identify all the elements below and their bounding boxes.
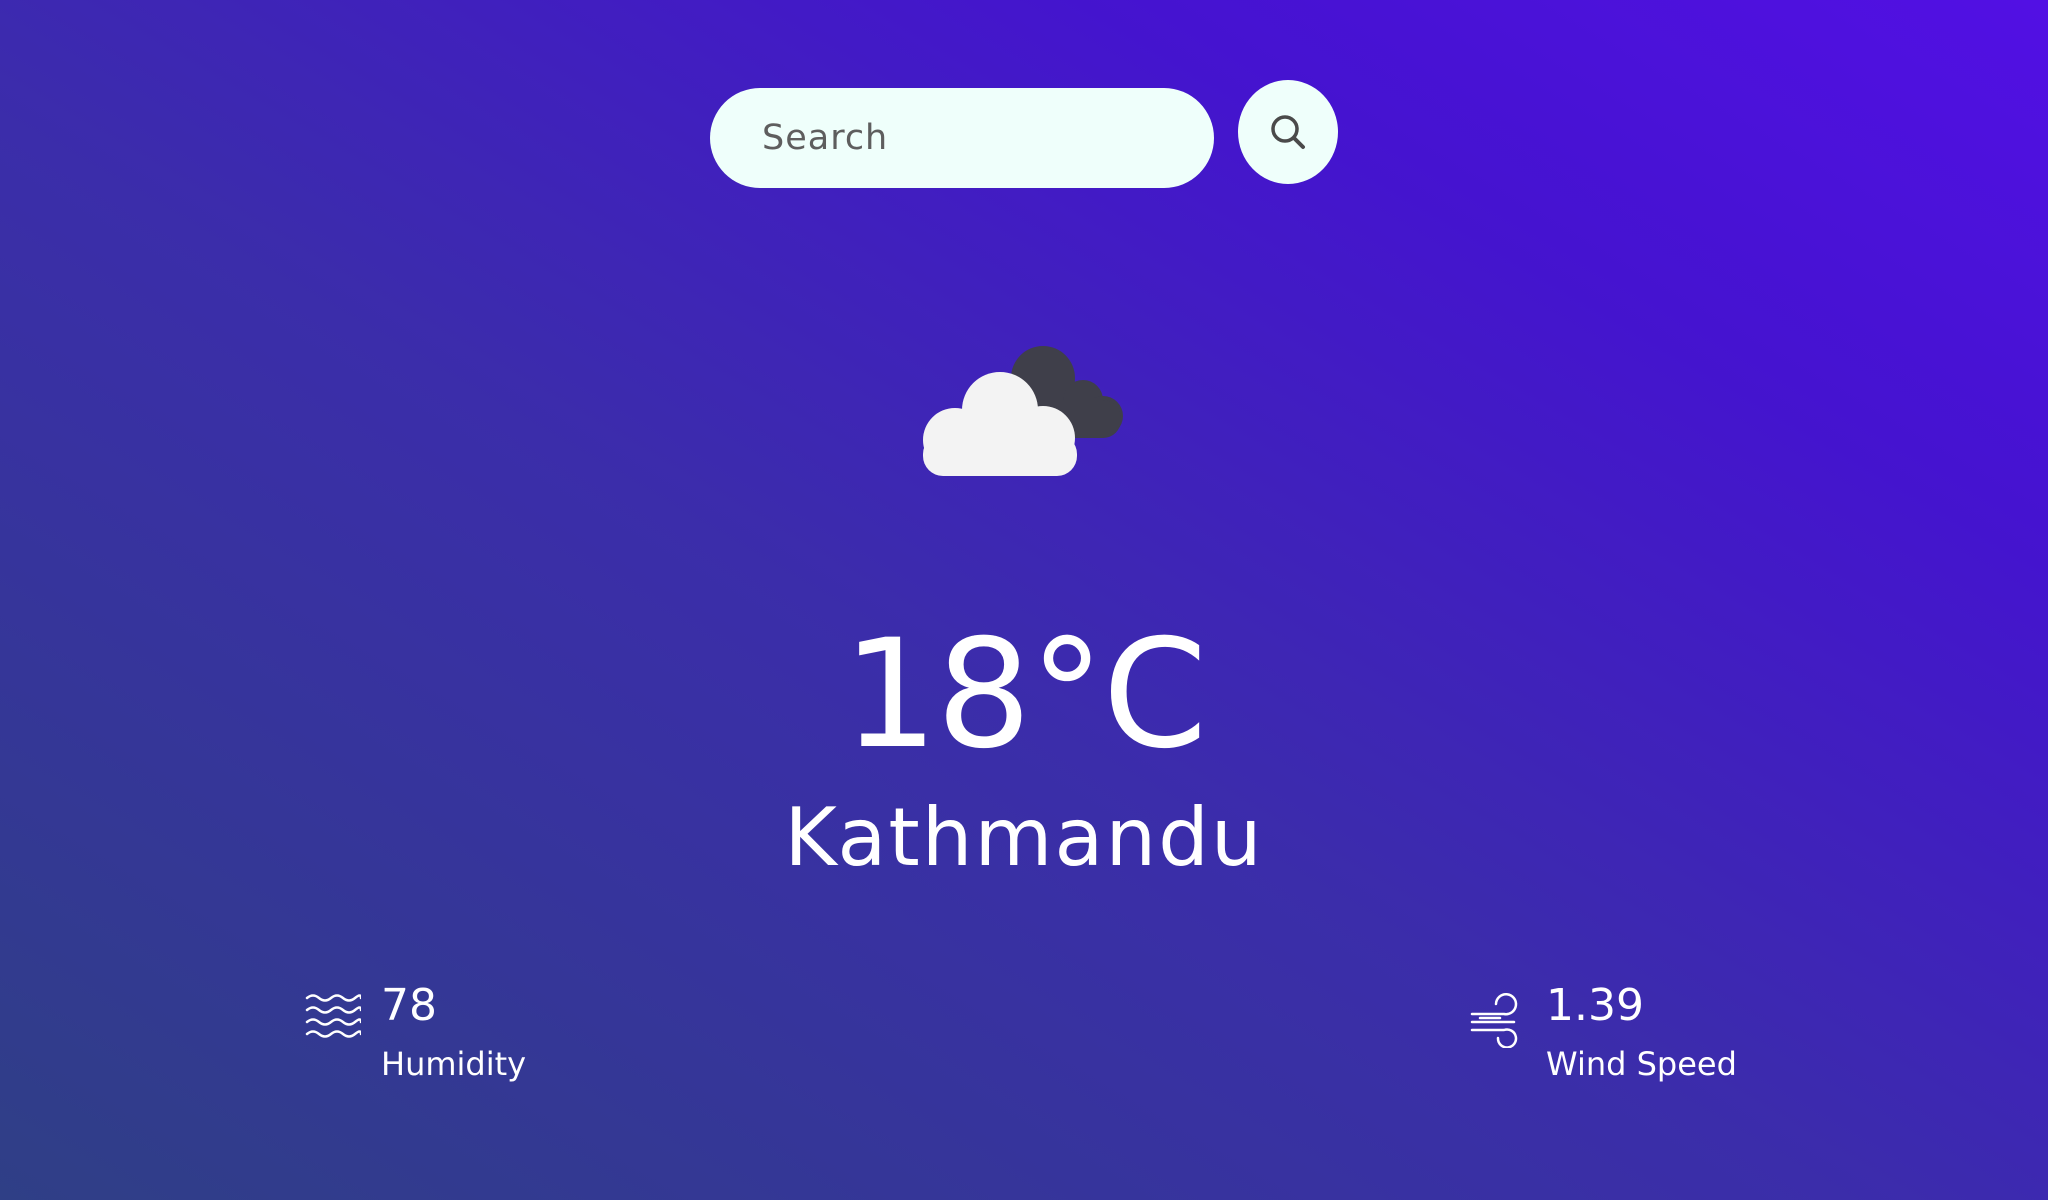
search-bar xyxy=(710,88,1214,188)
humidity-detail: 78 Humidity xyxy=(305,980,526,1086)
wind-icon xyxy=(1470,992,1518,1048)
humidity-text: 78 Humidity xyxy=(381,980,526,1086)
cloudy-icon xyxy=(923,346,1123,476)
wind-detail: 1.39 Wind Speed xyxy=(1470,980,1737,1086)
temperature: 18°C xyxy=(842,608,1208,782)
search-icon xyxy=(1271,115,1305,149)
search-button[interactable] xyxy=(1238,80,1338,184)
city-name: Kathmandu xyxy=(784,791,1264,884)
wind-label: Wind Speed xyxy=(1546,1045,1737,1083)
wind-text: 1.39 Wind Speed xyxy=(1546,980,1737,1086)
humidity-value: 78 xyxy=(381,980,437,1031)
search-input[interactable] xyxy=(760,107,1184,169)
humidity-label: Humidity xyxy=(381,1045,527,1083)
humidity-icon xyxy=(305,994,361,1038)
wind-value: 1.39 xyxy=(1546,980,1644,1031)
